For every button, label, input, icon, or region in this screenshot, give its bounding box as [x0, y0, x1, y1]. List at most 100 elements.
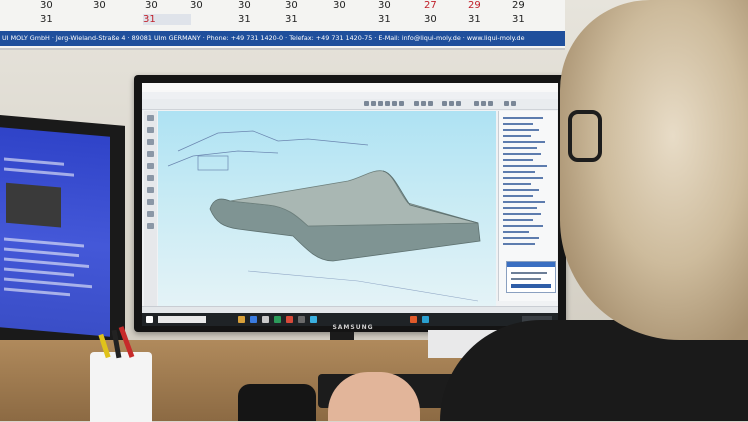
- app-icon[interactable]: [410, 316, 417, 323]
- toolbar-icon[interactable]: [421, 101, 426, 106]
- tool-icon[interactable]: [147, 187, 154, 193]
- calendar-date: 30: [238, 0, 251, 11]
- calendar-date: 30: [145, 0, 158, 11]
- screen-text-line: [4, 257, 89, 268]
- dialog-titlebar[interactable]: [507, 262, 555, 267]
- tree-item[interactable]: [503, 177, 543, 179]
- calendar-date: 30: [424, 14, 437, 25]
- calendar-date: 31: [143, 14, 191, 25]
- screen-image-block: [6, 182, 61, 228]
- tree-item[interactable]: [503, 123, 533, 125]
- tree-item[interactable]: [503, 213, 541, 215]
- dialog-selected-row[interactable]: [511, 284, 551, 288]
- screen-text-line: [4, 247, 79, 258]
- toolbar-icon[interactable]: [504, 101, 509, 106]
- toolbar-icon[interactable]: [392, 101, 397, 106]
- tree-item[interactable]: [503, 141, 545, 143]
- tree-item[interactable]: [503, 171, 535, 173]
- toolbar-icon[interactable]: [488, 101, 493, 106]
- start-icon[interactable]: [146, 316, 153, 323]
- tree-item[interactable]: [503, 201, 545, 203]
- calendar-date: 27: [424, 0, 437, 11]
- tree-item[interactable]: [503, 159, 533, 161]
- calendar-row-bottom: 31 31 31 31 31 30 31 31: [0, 14, 565, 28]
- construction-rect: [197, 155, 229, 171]
- screen-text-line: [4, 267, 74, 277]
- tree-item[interactable]: [503, 183, 531, 185]
- cad-model-drawing: [167, 130, 481, 302]
- tool-icon[interactable]: [147, 223, 154, 229]
- left-monitor-screen: [0, 127, 110, 337]
- tree-item[interactable]: [503, 195, 533, 197]
- app-icon[interactable]: [250, 316, 257, 323]
- construction-line: [177, 130, 369, 152]
- app-icon[interactable]: [422, 316, 429, 323]
- tool-icon[interactable]: [147, 211, 154, 217]
- tree-item[interactable]: [503, 165, 547, 167]
- calendar-date: 30: [378, 0, 391, 11]
- tool-icon[interactable]: [147, 163, 154, 169]
- app-icon[interactable]: [310, 316, 317, 323]
- toolbar-icon[interactable]: [428, 101, 433, 106]
- tool-icon[interactable]: [147, 139, 154, 145]
- toolbar-icon[interactable]: [511, 101, 516, 106]
- tool-icon[interactable]: [147, 175, 154, 181]
- toolbar-icon[interactable]: [474, 101, 479, 106]
- tree-item[interactable]: [503, 189, 539, 191]
- toolbar-icon[interactable]: [449, 101, 454, 106]
- tree-item[interactable]: [503, 135, 531, 137]
- toolbar-icon[interactable]: [364, 101, 369, 106]
- app-icon[interactable]: [286, 316, 293, 323]
- tree-item[interactable]: [503, 153, 541, 155]
- context-dialog[interactable]: [506, 261, 556, 293]
- tree-item[interactable]: [503, 243, 535, 245]
- toolbar-icon[interactable]: [442, 101, 447, 106]
- tree-item[interactable]: [503, 225, 543, 227]
- pen-mug: [90, 326, 152, 422]
- tool-icon[interactable]: [147, 151, 154, 157]
- tree-item[interactable]: [503, 237, 539, 239]
- toolbar-icon[interactable]: [456, 101, 461, 106]
- calendar-row-top: 30 30 30 30 30 30 30 30 27 29 29: [0, 0, 565, 14]
- calendar-date: 31: [378, 14, 391, 25]
- app-icon[interactable]: [298, 316, 305, 323]
- tree-item[interactable]: [503, 117, 543, 119]
- taskbar-search-box[interactable]: [158, 316, 206, 323]
- tool-icon[interactable]: [147, 115, 154, 121]
- toolbar-icon[interactable]: [481, 101, 486, 106]
- file-explorer-icon[interactable]: [238, 316, 245, 323]
- construction-line: [167, 150, 279, 167]
- tree-item[interactable]: [503, 231, 529, 233]
- screen-text-line: [4, 167, 74, 177]
- toolbar-icon[interactable]: [414, 101, 419, 106]
- calendar-date: 30: [333, 0, 346, 11]
- toolbar-icon[interactable]: [385, 101, 390, 106]
- tool-icon[interactable]: [147, 127, 154, 133]
- toolbar-icon[interactable]: [399, 101, 404, 106]
- tree-item[interactable]: [503, 207, 537, 209]
- toolbar: [142, 99, 558, 110]
- tree-item[interactable]: [503, 129, 539, 131]
- tree-item[interactable]: [503, 219, 533, 221]
- calendar-date: 31: [468, 14, 481, 25]
- cad-application-window: [142, 83, 558, 326]
- calendar-date: 30: [40, 0, 53, 11]
- calendar-date: 29: [512, 0, 525, 11]
- calendar-date: 30: [190, 0, 203, 11]
- tool-icon[interactable]: [147, 199, 154, 205]
- screen-text-line: [4, 287, 70, 297]
- calendar-date: 30: [285, 0, 298, 11]
- calendar-footer-address: UI MOLY GmbH · Jerg-Wieland-Straße 4 · 8…: [0, 31, 565, 46]
- toolbar-icon[interactable]: [378, 101, 383, 106]
- tree-item[interactable]: [503, 147, 537, 149]
- cad-3d-viewport[interactable]: [158, 111, 496, 306]
- dialog-row[interactable]: [511, 272, 547, 274]
- app-icon[interactable]: [274, 316, 281, 323]
- wall-calendar: 30 30 30 30 30 30 30 30 27 29 29 31 31 3…: [0, 0, 565, 50]
- toolbar-icon[interactable]: [371, 101, 376, 106]
- dialog-row[interactable]: [511, 278, 541, 280]
- menu-bar[interactable]: [142, 92, 558, 99]
- app-icon[interactable]: [262, 316, 269, 323]
- calendar-date: 31: [238, 14, 251, 25]
- screen-text-line: [4, 237, 84, 248]
